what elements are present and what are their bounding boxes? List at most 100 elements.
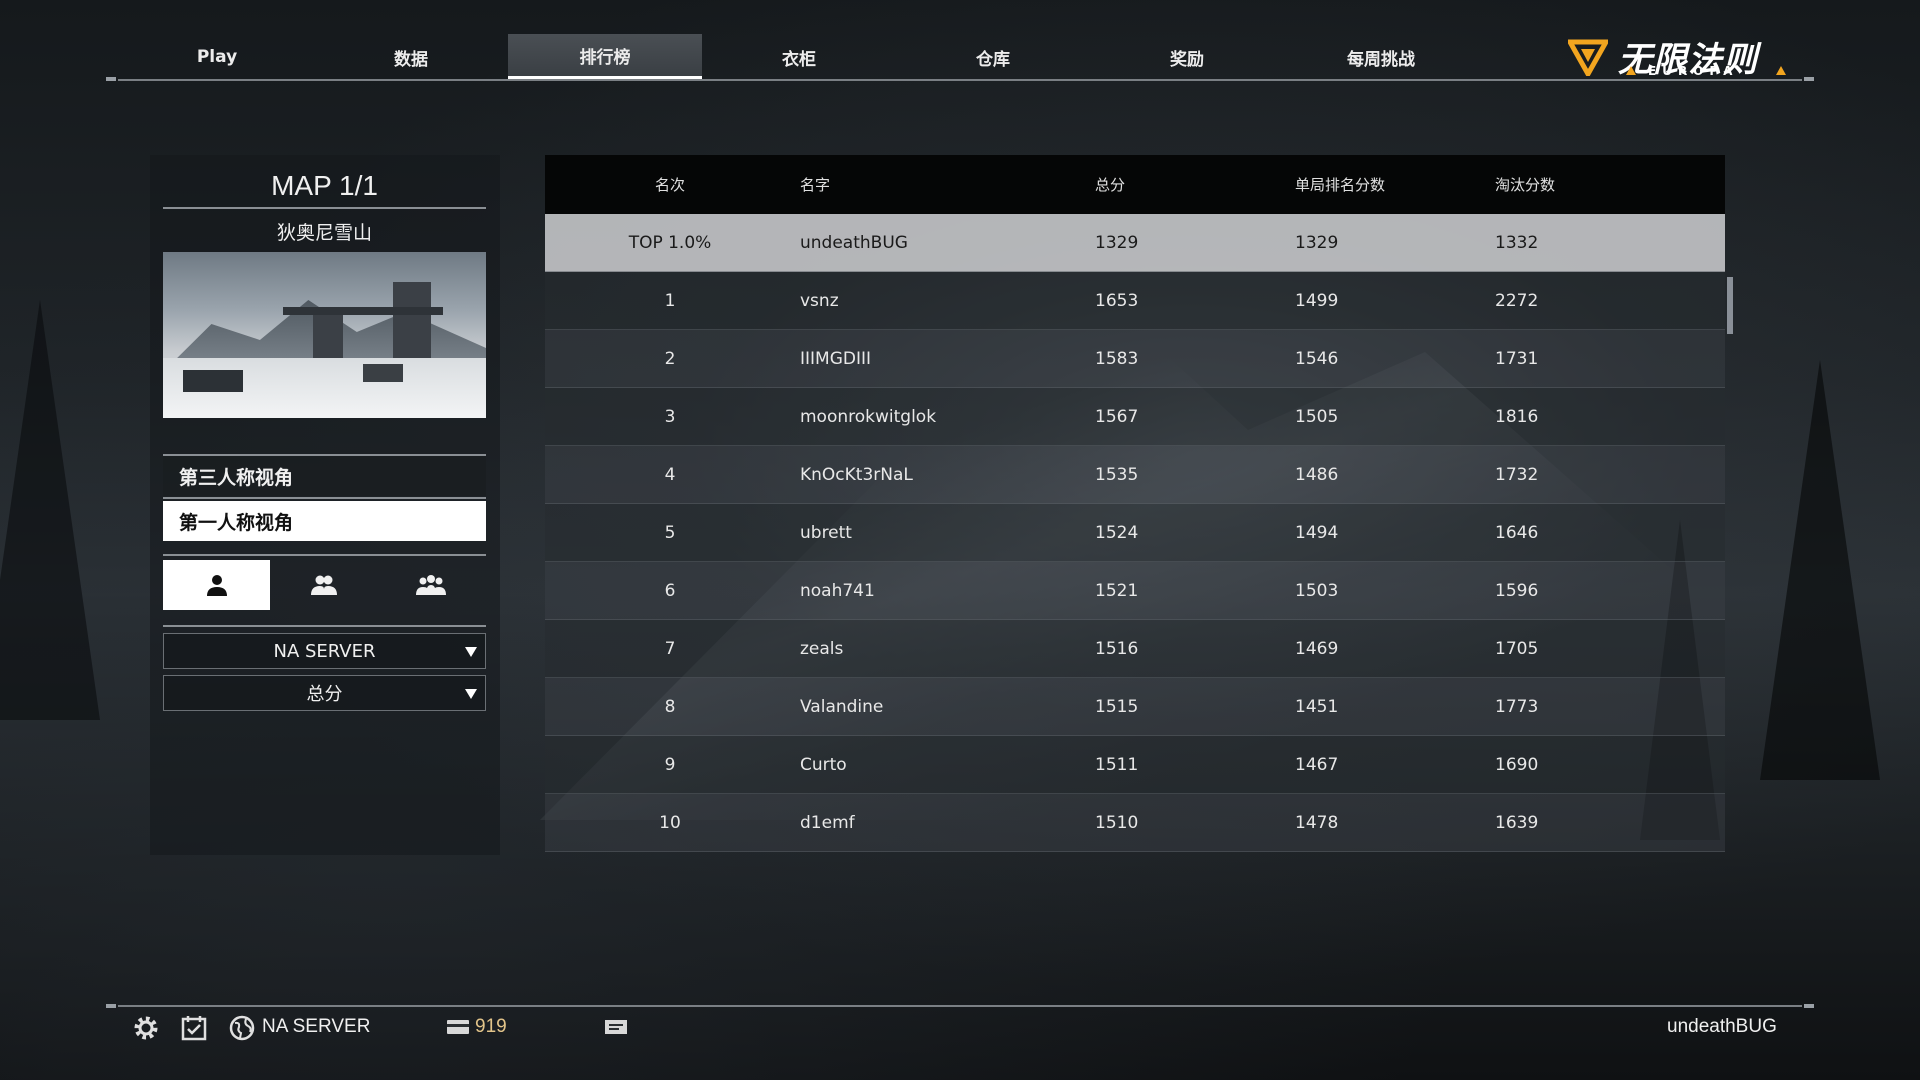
leaderboard-rows: 1 vsnz 1653 1499 2272 2 IIIMGDIII 1583 1546 1731 3… [545,272,1725,852]
cell-total: 1524 [1095,522,1139,543]
squad-size-selector [163,560,486,610]
cell-total: 1535 [1095,464,1139,485]
map-thumbnail [163,252,486,418]
table-row[interactable]: 7 zeals 1516 1469 1705 [545,620,1725,678]
cell-total: 1583 [1095,348,1139,369]
table-row[interactable]: 4 KnOcKt3rNaL 1535 1486 1732 [545,446,1725,504]
table-row[interactable]: 2 IIIMGDIII 1583 1546 1731 [545,330,1725,388]
cell-match-score: 1505 [1295,406,1339,427]
bottom-divider [118,1005,1802,1007]
currency-balance: 919 [475,1016,507,1037]
card-icon [447,1020,469,1034]
tab-stats[interactable]: 数据 [314,34,508,80]
cell-name: zeals [800,638,844,659]
logo-shield-icon [1568,39,1608,76]
cell-rank: 3 [664,406,676,427]
cell-total: 1329 [1095,232,1139,253]
mode-third-person[interactable]: 第三人称视角 [163,456,486,496]
cell-rank: 1 [664,290,676,311]
background-tree [1760,360,1880,780]
logo-triangle-icon [1776,66,1786,75]
cell-elim-score: 1639 [1495,812,1539,833]
cell-elim-score: 1732 [1495,464,1539,485]
cell-name: KnOcKt3rNaL [800,464,913,485]
cell-name: ubrett [800,522,852,543]
chevron-down-icon [465,647,477,657]
logo-triangle-icon [1626,66,1636,75]
cell-total: 1511 [1095,754,1139,775]
gear-icon[interactable] [132,1014,160,1042]
table-header: 名次 名字 总分 单局排名分数 淘汰分数 [545,155,1725,214]
cell-rank: 10 [659,812,681,833]
current-server: NA SERVER [262,1016,371,1037]
cell-rank: 5 [664,522,676,543]
header-name: 名字 [800,176,831,194]
cell-total: 1516 [1095,638,1139,659]
duo-button[interactable] [270,560,377,610]
cell-match-score: 1499 [1295,290,1339,311]
calendar-check-icon[interactable] [180,1014,208,1042]
table-row[interactable]: 10 d1emf 1510 1478 1639 [545,794,1725,852]
server-select-value: NA SERVER [273,640,376,662]
server-select[interactable]: NA SERVER [163,633,486,669]
cell-total: 1653 [1095,290,1139,311]
divider [163,554,486,556]
cell-rank: 9 [664,754,676,775]
header-total: 总分 [1095,176,1126,194]
table-row[interactable]: 3 moonrokwitglok 1567 1505 1816 [545,388,1725,446]
cell-rank: 8 [664,696,676,717]
cell-total: 1510 [1095,812,1139,833]
cell-match-score: 1546 [1295,348,1339,369]
cell-rank: 6 [664,580,676,601]
cell-elim-score: 1596 [1495,580,1539,601]
scrollbar[interactable] [1727,277,1733,334]
cell-rank: 2 [664,348,676,369]
table-row[interactable]: 8 Valandine 1515 1451 1773 [545,678,1725,736]
game-logo: 无限法则 EUROPA [1568,32,1792,80]
cell-elim-score: 1690 [1495,754,1539,775]
tab-wardrobe[interactable]: 衣柜 [702,34,896,80]
tab-rewards[interactable]: 奖励 [1090,34,1284,80]
cell-match-score: 1469 [1295,638,1339,659]
table-row[interactable]: 9 Curto 1511 1467 1690 [545,736,1725,794]
tab-warehouse[interactable]: 仓库 [896,34,1090,80]
cell-name: d1emf [800,812,855,833]
nav-divider-cap [106,77,116,81]
cell-name: moonrokwitglok [800,406,937,427]
cell-name: Valandine [800,696,884,717]
cell-match-score: 1329 [1295,232,1339,253]
player-username: undeathBUG [1667,1016,1777,1037]
background-tree [0,300,100,720]
logo-subtitle: EUROPA [1648,64,1739,78]
table-row[interactable]: 6 noah741 1521 1503 1596 [545,562,1725,620]
tab-weekly-challenge[interactable]: 每周挑战 [1284,34,1478,80]
chevron-down-icon [465,689,477,699]
cell-match-score: 1478 [1295,812,1339,833]
sort-select[interactable]: 总分 [163,675,486,711]
cell-name: IIIMGDIII [800,348,872,369]
solo-button[interactable] [163,560,270,610]
divider [163,207,486,209]
tab-leaderboard[interactable]: 排行榜 [508,34,702,80]
divider [163,625,486,627]
table-row[interactable]: 1 vsnz 1653 1499 2272 [545,272,1725,330]
my-rank-row: TOP 1.0% undeathBUG 1329 1329 1332 [545,214,1725,272]
ticket-icon[interactable] [604,1018,628,1036]
cell-total: 1515 [1095,696,1139,717]
duo-icon [310,575,337,595]
cell-rank: TOP 1.0% [628,232,712,253]
solo-icon [206,575,227,596]
tab-play[interactable]: Play [120,34,314,80]
bottom-divider-cap [106,1004,116,1008]
cell-name: noah741 [800,580,875,601]
squad-icon [415,575,446,595]
cell-match-score: 1467 [1295,754,1339,775]
table-row[interactable]: 5 ubrett 1524 1494 1646 [545,504,1725,562]
map-name: 狄奥尼雪山 [276,222,372,244]
header-elim-score: 淘汰分数 [1495,176,1556,194]
cell-rank: 7 [664,638,676,659]
cell-rank: 4 [664,464,676,485]
mode-first-person[interactable]: 第一人称视角 [163,501,486,541]
cell-total: 1521 [1095,580,1139,601]
squad-button[interactable] [377,560,484,610]
